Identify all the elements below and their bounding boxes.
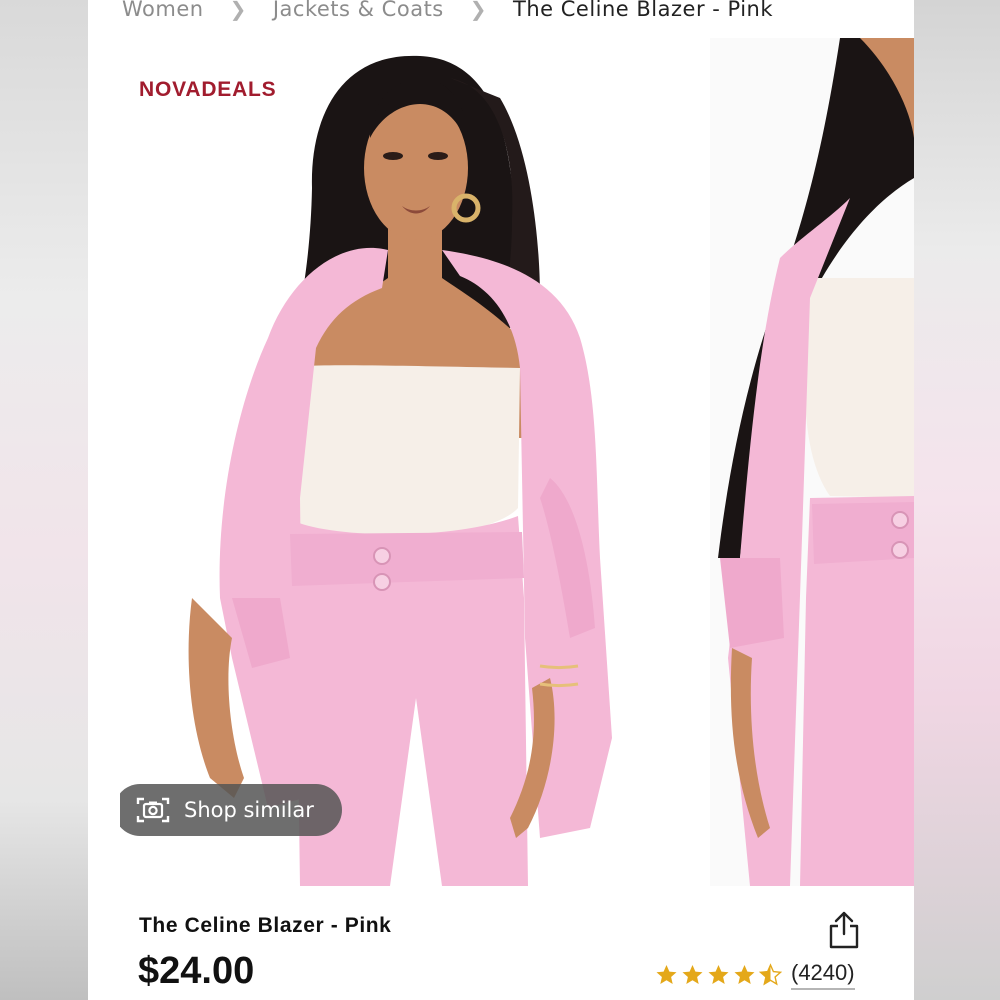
- star-half-icon: [758, 963, 783, 986]
- star-full-icon: [682, 965, 703, 984]
- camera-scan-icon: [136, 797, 170, 823]
- blurred-background-right: [914, 0, 1000, 1000]
- breadcrumb: Women ❯ Jackets & Coats ❯ The Celine Bla…: [122, 0, 773, 24]
- breadcrumb-item-women[interactable]: Women: [122, 0, 204, 21]
- product-price: $24.00: [138, 950, 255, 992]
- breadcrumb-item-current: The Celine Blazer - Pink: [513, 0, 774, 21]
- product-image-gallery[interactable]: NOVADEALS Shop similar: [88, 38, 914, 886]
- model-illustration-side: [718, 38, 914, 886]
- rating-stars: [654, 963, 783, 987]
- star-full-icon: [656, 965, 677, 984]
- chevron-right-icon: ❯: [229, 0, 247, 21]
- star-full-icon: [708, 965, 729, 984]
- shop-similar-button[interactable]: Shop similar: [120, 784, 342, 836]
- model-illustration: [188, 55, 612, 886]
- product-image-main[interactable]: NOVADEALS Shop similar: [120, 38, 724, 886]
- product-info: The Celine Blazer - Pink $24.00 (4240): [88, 886, 914, 1000]
- breadcrumb-item-jackets-coats[interactable]: Jackets & Coats: [273, 0, 444, 21]
- chevron-right-icon: ❯: [469, 0, 488, 21]
- product-image-second[interactable]: [710, 38, 914, 886]
- blurred-background-left: [0, 0, 88, 1000]
- product-rating[interactable]: (4240): [654, 960, 855, 990]
- star-full-icon: [734, 965, 755, 984]
- share-icon[interactable]: [826, 910, 862, 950]
- product-title: The Celine Blazer - Pink: [139, 914, 392, 937]
- promo-badge: NOVADEALS: [139, 78, 277, 101]
- app-screen: Women ❯ Jackets & Coats ❯ The Celine Bla…: [88, 0, 914, 1000]
- shop-similar-label: Shop similar: [184, 798, 314, 822]
- review-count-link[interactable]: (4240): [791, 960, 855, 990]
